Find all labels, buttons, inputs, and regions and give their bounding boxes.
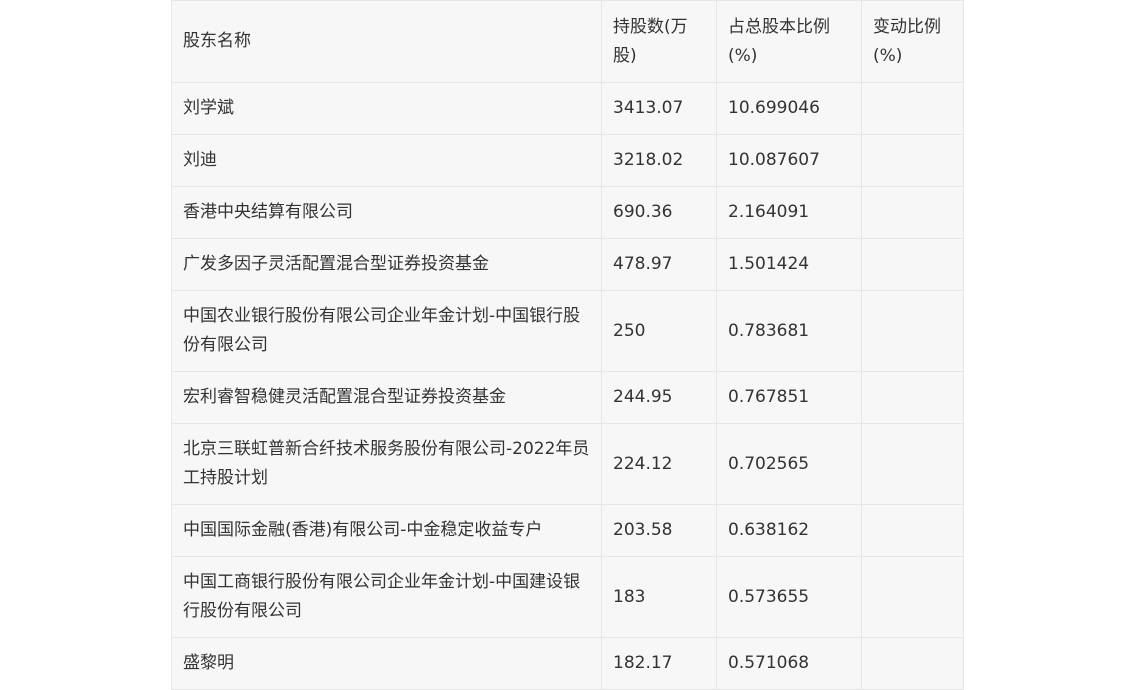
cell-name: 中国工商银行股份有限公司企业年金计划-中国建设银行股份有限公司 bbox=[171, 556, 602, 638]
cell-pct: 0.638162 bbox=[716, 504, 862, 557]
cell-shares: 690.36 bbox=[601, 186, 717, 239]
cell-change bbox=[861, 556, 964, 638]
table-row: 香港中央结算有限公司 690.36 2.164091 bbox=[171, 186, 964, 239]
table-row: 宏利睿智稳健灵活配置混合型证券投资基金 244.95 0.767851 bbox=[171, 371, 964, 424]
cell-name: 宏利睿智稳健灵活配置混合型证券投资基金 bbox=[171, 371, 602, 424]
cell-pct: 0.571068 bbox=[716, 637, 862, 690]
cell-shares: 203.58 bbox=[601, 504, 717, 557]
cell-change bbox=[861, 290, 964, 372]
cell-shares: 3218.02 bbox=[601, 134, 717, 187]
cell-name: 盛黎明 bbox=[171, 637, 602, 690]
table-header-row: 股东名称 持股数(万股) 占总股本比例(%) 变动比例(%) bbox=[171, 0, 964, 83]
cell-change bbox=[861, 371, 964, 424]
cell-name: 北京三联虹普新合纤技术服务股份有限公司-2022年员工持股计划 bbox=[171, 423, 602, 505]
cell-name: 刘迪 bbox=[171, 134, 602, 187]
cell-name: 中国农业银行股份有限公司企业年金计划-中国银行股份有限公司 bbox=[171, 290, 602, 372]
table-row: 盛黎明 182.17 0.571068 bbox=[171, 637, 964, 690]
cell-pct: 0.783681 bbox=[716, 290, 862, 372]
cell-pct: 1.501424 bbox=[716, 238, 862, 291]
cell-pct: 0.573655 bbox=[716, 556, 862, 638]
cell-name: 广发多因子灵活配置混合型证券投资基金 bbox=[171, 238, 602, 291]
cell-pct: 0.702565 bbox=[716, 423, 862, 505]
cell-pct: 0.767851 bbox=[716, 371, 862, 424]
cell-change bbox=[861, 186, 964, 239]
header-pct: 占总股本比例(%) bbox=[716, 0, 862, 83]
table-row: 中国工商银行股份有限公司企业年金计划-中国建设银行股份有限公司 183 0.57… bbox=[171, 556, 964, 638]
cell-change bbox=[861, 423, 964, 505]
cell-name: 中国国际金融(香港)有限公司-中金稳定收益专户 bbox=[171, 504, 602, 557]
header-shares: 持股数(万股) bbox=[601, 0, 717, 83]
cell-name: 香港中央结算有限公司 bbox=[171, 186, 602, 239]
header-name: 股东名称 bbox=[171, 0, 602, 83]
cell-change bbox=[861, 637, 964, 690]
cell-shares: 182.17 bbox=[601, 637, 717, 690]
header-change: 变动比例(%) bbox=[861, 0, 964, 83]
table-row: 北京三联虹普新合纤技术服务股份有限公司-2022年员工持股计划 224.12 0… bbox=[171, 423, 964, 505]
cell-shares: 244.95 bbox=[601, 371, 717, 424]
cell-change bbox=[861, 504, 964, 557]
table-row: 中国国际金融(香港)有限公司-中金稳定收益专户 203.58 0.638162 bbox=[171, 504, 964, 557]
cell-change bbox=[861, 238, 964, 291]
cell-pct: 10.699046 bbox=[716, 82, 862, 135]
cell-shares: 3413.07 bbox=[601, 82, 717, 135]
shareholder-table: 股东名称 持股数(万股) 占总股本比例(%) 变动比例(%) 刘学斌 3413.… bbox=[171, 0, 964, 690]
cell-pct: 2.164091 bbox=[716, 186, 862, 239]
cell-name: 刘学斌 bbox=[171, 82, 602, 135]
cell-change bbox=[861, 134, 964, 187]
table-row: 中国农业银行股份有限公司企业年金计划-中国银行股份有限公司 250 0.7836… bbox=[171, 290, 964, 372]
table-row: 刘迪 3218.02 10.087607 bbox=[171, 134, 964, 187]
cell-shares: 478.97 bbox=[601, 238, 717, 291]
table-row: 刘学斌 3413.07 10.699046 bbox=[171, 82, 964, 135]
table-row: 广发多因子灵活配置混合型证券投资基金 478.97 1.501424 bbox=[171, 238, 964, 291]
cell-pct: 10.087607 bbox=[716, 134, 862, 187]
cell-change bbox=[861, 82, 964, 135]
cell-shares: 250 bbox=[601, 290, 717, 372]
cell-shares: 183 bbox=[601, 556, 717, 638]
cell-shares: 224.12 bbox=[601, 423, 717, 505]
